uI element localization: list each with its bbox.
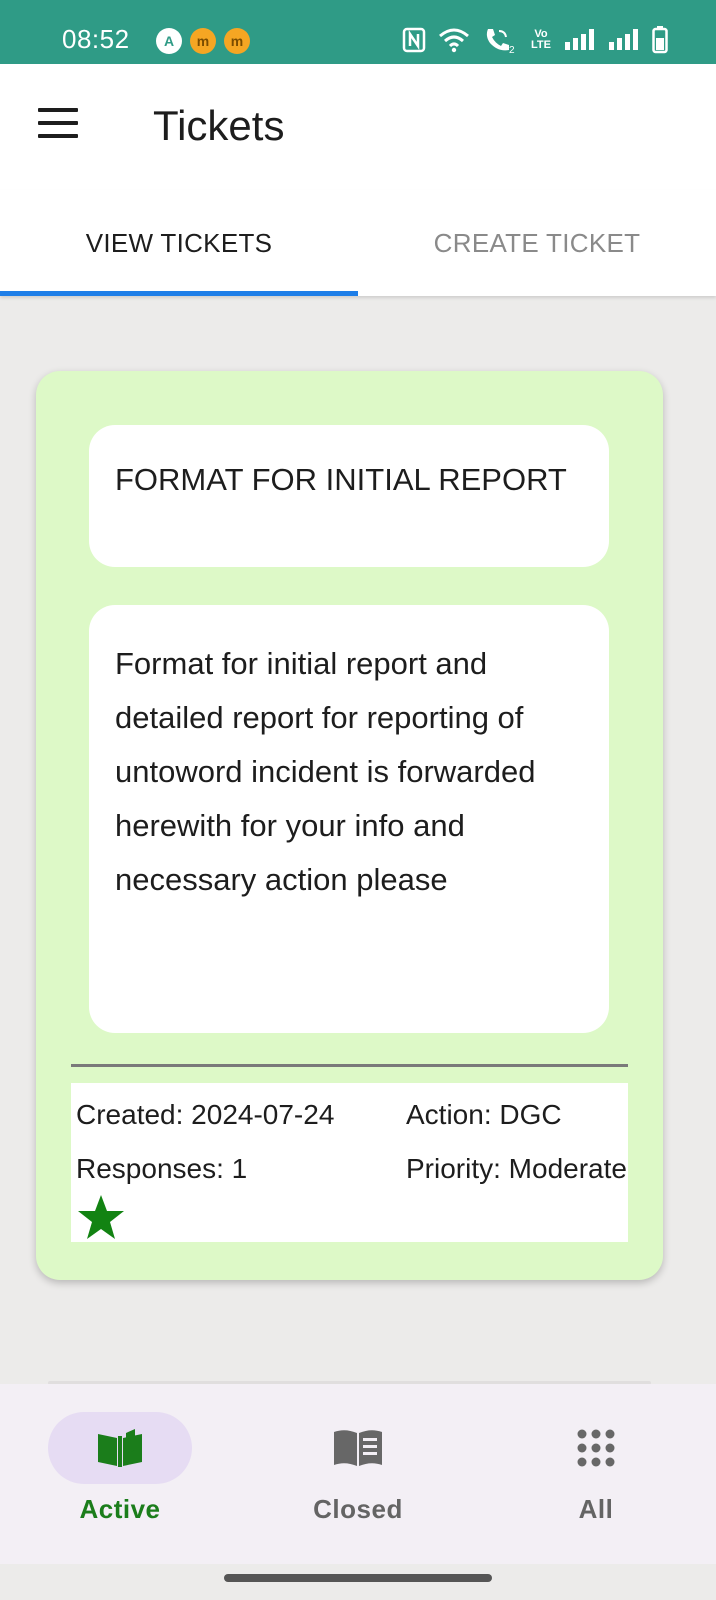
nav-pill bbox=[524, 1412, 668, 1484]
open-book-icon bbox=[98, 1429, 142, 1467]
page-title: Tickets bbox=[153, 102, 285, 149]
grid-dots-icon bbox=[577, 1429, 615, 1467]
a-circle-icon: A bbox=[156, 28, 182, 54]
m-circle-icon: m bbox=[224, 28, 250, 54]
ticket-description: Format for initial report and detailed r… bbox=[89, 605, 609, 1033]
ticket-subject: FORMAT FOR INITIAL REPORT bbox=[89, 425, 609, 567]
status-notification-icons: A m m bbox=[156, 28, 250, 54]
ticket-action: Action: DGC bbox=[406, 1099, 562, 1130]
nav-closed[interactable]: Closed bbox=[258, 1412, 458, 1532]
nav-label: Closed bbox=[313, 1494, 403, 1524]
status-system-icons: 2 Vo LTE bbox=[402, 26, 668, 54]
sim-number: 2 bbox=[509, 45, 515, 54]
hamburger-menu-icon[interactable] bbox=[38, 108, 80, 140]
app-bar: Tickets bbox=[0, 64, 716, 190]
battery-icon bbox=[652, 26, 668, 54]
m-circle-icon: m bbox=[190, 28, 216, 54]
home-indicator[interactable] bbox=[224, 1574, 492, 1582]
nfc-icon bbox=[402, 27, 426, 53]
ticket-created: Created: 2024-07-24 bbox=[76, 1099, 335, 1130]
signal-icon bbox=[565, 29, 594, 50]
status-time: 08:52 bbox=[62, 24, 130, 54]
star-icon[interactable] bbox=[75, 1193, 127, 1241]
tab-view-tickets[interactable]: VIEW TICKETS bbox=[0, 190, 358, 296]
bottom-navigation: Active Closed All bbox=[0, 1384, 716, 1564]
ticket-meta: Created: 2024-07-24 Action: DGC Response… bbox=[71, 1083, 628, 1242]
signal-icon bbox=[609, 29, 638, 50]
tab-indicator bbox=[0, 291, 358, 296]
closed-book-icon bbox=[334, 1430, 382, 1466]
wifi-icon bbox=[439, 28, 469, 53]
divider bbox=[71, 1064, 628, 1067]
status-bar: 08:52 A m m 2 Vo LTE bbox=[0, 0, 716, 64]
nav-pill bbox=[48, 1412, 192, 1484]
nav-all[interactable]: All bbox=[496, 1412, 696, 1532]
tab-create-ticket[interactable]: CREATE TICKET bbox=[358, 190, 716, 296]
nav-pill bbox=[286, 1412, 430, 1484]
ticket-responses: Responses: 1 bbox=[76, 1153, 248, 1184]
ticket-priority: Priority: Moderate bbox=[406, 1153, 627, 1184]
volte-icon: Vo LTE bbox=[531, 28, 551, 51]
wifi-call-icon: 2 bbox=[486, 29, 515, 54]
nav-label: All bbox=[578, 1494, 614, 1524]
nav-label: Active bbox=[79, 1494, 161, 1524]
tab-label: VIEW TICKETS bbox=[85, 227, 273, 258]
tab-bar: VIEW TICKETS CREATE TICKET bbox=[0, 190, 716, 296]
ticket-card[interactable]: FORMAT FOR INITIAL REPORT Format for ini… bbox=[36, 371, 663, 1280]
tab-label: CREATE TICKET bbox=[433, 227, 641, 258]
nav-active[interactable]: Active bbox=[20, 1412, 220, 1532]
